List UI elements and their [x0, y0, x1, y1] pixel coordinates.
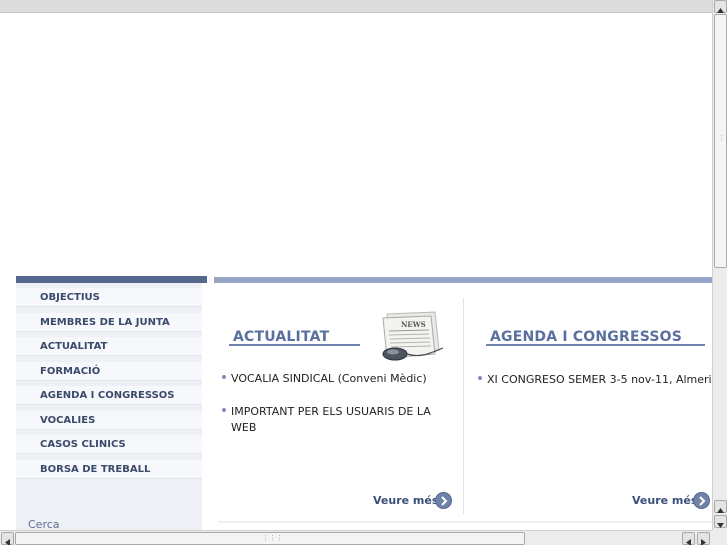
news-item-link[interactable]: IMPORTANT PER ELS USUARIS DE LA WEB — [231, 404, 446, 436]
agenda-title: AGENDA I CONGRESSOS — [490, 329, 683, 345]
scroll-grip: ⋮⋮ — [718, 134, 727, 142]
sidebar-item-agenda-i-congressos[interactable]: AGENDA I CONGRESSOS — [16, 386, 202, 405]
horizontal-scrollbar[interactable]: ⋮⋮⋮ — [0, 530, 712, 545]
agenda-more-link[interactable]: Veure més — [632, 494, 697, 507]
sidebar-item-formacio[interactable]: FORMACIÓ — [16, 362, 202, 381]
arrow-right-icon[interactable] — [697, 532, 710, 545]
content-header-bar — [214, 277, 712, 283]
arrow-up-icon[interactable] — [714, 500, 727, 513]
circle-arrow-right-icon[interactable] — [693, 492, 710, 509]
sidebar-item-objectius[interactable]: OBJECTIUS — [16, 288, 202, 307]
scrollbar-corner — [712, 530, 727, 545]
news-item-link[interactable]: VOCALIA SINDICAL (Conveni Mèdic) — [231, 371, 451, 387]
vertical-scrollbar[interactable]: ⋮⋮ — [712, 0, 727, 530]
sidebar-item-casos-clinics[interactable]: CASOS CLINICS — [16, 435, 202, 454]
sidebar-item-actualitat[interactable]: ACTUALITAT — [16, 337, 202, 356]
arrow-down-icon[interactable] — [714, 515, 727, 528]
arrow-left-icon[interactable] — [1, 532, 14, 545]
nav-header-bar — [16, 276, 207, 283]
actualitat-title: ACTUALITAT — [233, 329, 330, 345]
bullet-icon — [478, 376, 482, 380]
actualitat-more-link[interactable]: Veure més — [373, 494, 438, 507]
agenda-title-underline — [486, 344, 705, 346]
circle-arrow-right-icon[interactable] — [435, 492, 452, 509]
top-banner-strip — [0, 0, 712, 13]
newspaper-masthead: NEWS — [401, 320, 426, 329]
sidebar-item-vocalies[interactable]: VOCALIES — [16, 411, 202, 430]
horizontal-scroll-thumb[interactable]: ⋮⋮⋮ — [15, 532, 525, 545]
bullet-icon — [222, 375, 226, 379]
sidebar-nav: OBJECTIUS MEMBRES DE LA JUNTA ACTUALITAT… — [16, 283, 202, 545]
bullet-icon — [222, 408, 226, 412]
arrow-up-icon[interactable] — [714, 0, 727, 13]
newspaper-icon: NEWS — [369, 310, 447, 364]
arrow-left-icon[interactable] — [682, 532, 695, 545]
browser-viewport: OBJECTIUS MEMBRES DE LA JUNTA ACTUALITAT… — [0, 0, 727, 545]
scroll-grip: ⋮⋮⋮ — [262, 534, 283, 542]
agenda-item-link[interactable]: XI CONGRESO SEMER 3-5 nov-11, Almeria — [487, 372, 718, 388]
column-divider — [463, 298, 464, 514]
content-bottom-rule — [218, 521, 712, 523]
vertical-scroll-thumb[interactable]: ⋮⋮ — [714, 14, 727, 268]
sidebar-item-membres-de-la-junta[interactable]: MEMBRES DE LA JUNTA — [16, 313, 202, 332]
sidebar-item-borsa-de-treball[interactable]: BORSA DE TREBALL — [16, 460, 202, 479]
actualitat-title-underline — [229, 344, 360, 346]
